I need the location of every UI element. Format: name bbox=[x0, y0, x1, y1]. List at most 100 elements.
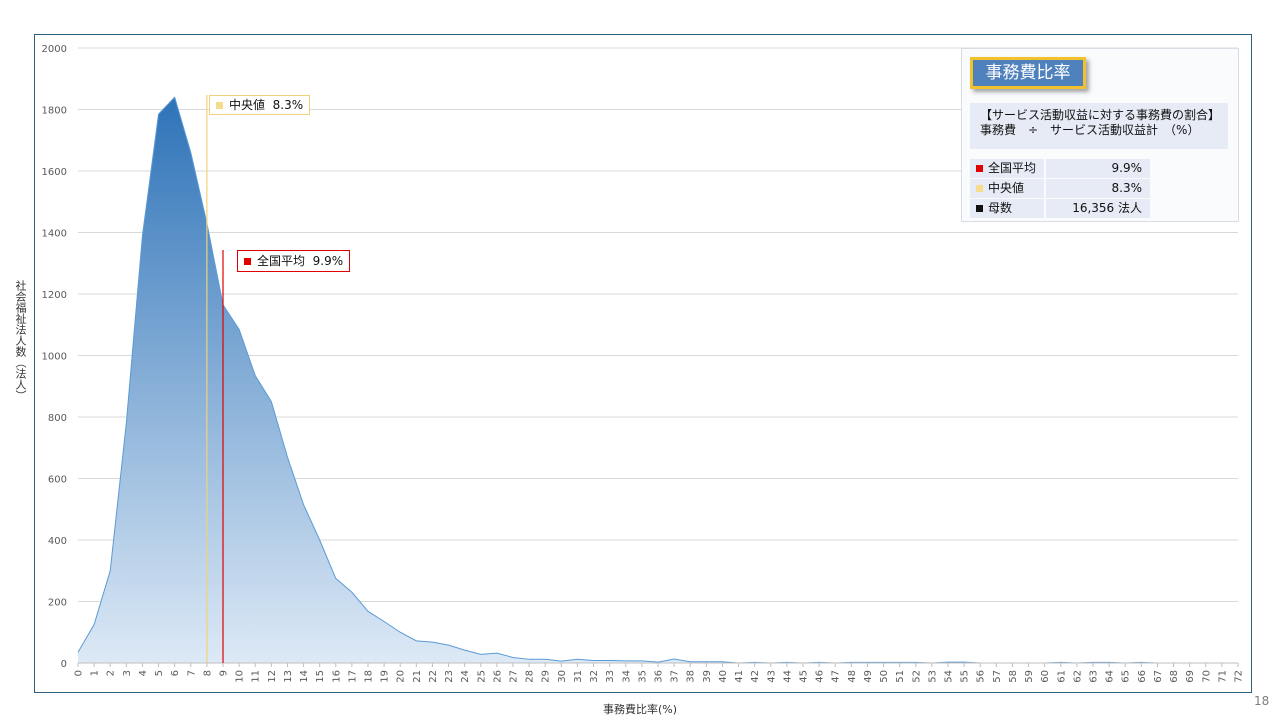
stat-value-median: 8.3% bbox=[1046, 179, 1150, 198]
median-callout-value: 8.3% bbox=[272, 98, 304, 112]
x-tick-label: 32 bbox=[589, 670, 600, 683]
x-tick-label: 3 bbox=[122, 670, 133, 676]
x-tick-label: 16 bbox=[331, 670, 342, 683]
x-tick-label: 46 bbox=[815, 670, 826, 683]
stat-row-median: 中央値 8.3% bbox=[970, 179, 1150, 198]
x-tick-label: 19 bbox=[380, 670, 391, 683]
x-tick-label: 56 bbox=[976, 670, 987, 683]
x-tick-label: 37 bbox=[670, 670, 681, 683]
x-tick-label: 39 bbox=[702, 670, 713, 683]
y-tick-label: 1000 bbox=[42, 352, 67, 363]
x-tick-label: 36 bbox=[654, 670, 665, 683]
y-tick-label: 800 bbox=[48, 413, 67, 424]
x-tick-label: 33 bbox=[605, 670, 616, 683]
x-tick-label: 47 bbox=[831, 670, 842, 683]
mean-callout: 全国平均 9.9% bbox=[237, 250, 351, 272]
formula-line-2: 事務費 ÷ サービス活動収益計 （%） bbox=[980, 123, 1200, 137]
x-tick-label: 30 bbox=[557, 670, 568, 683]
median-marker-swatch bbox=[216, 102, 223, 109]
x-tick-label: 27 bbox=[509, 670, 520, 683]
x-axis-title: 事務費比率(%) bbox=[602, 703, 678, 716]
x-tick-label: 54 bbox=[944, 670, 955, 683]
y-tick-label: 1800 bbox=[42, 106, 67, 117]
formula-box: 【サービス活動収益に対する事務費の割合】 事務費 ÷ サービス活動収益計 （%） bbox=[970, 103, 1228, 149]
y-tick-label: 200 bbox=[48, 598, 67, 609]
mean-callout-value: 9.9% bbox=[312, 254, 344, 268]
x-tick-label: 9 bbox=[219, 670, 230, 676]
x-tick-label: 42 bbox=[750, 670, 761, 683]
x-tick-label: 67 bbox=[1153, 670, 1164, 683]
count-swatch bbox=[976, 205, 983, 212]
x-tick-label: 49 bbox=[863, 670, 874, 683]
y-tick-label: 2000 bbox=[42, 44, 67, 55]
x-tick-label: 65 bbox=[1121, 670, 1132, 683]
x-tick-label: 14 bbox=[299, 670, 310, 683]
x-tick-label: 43 bbox=[766, 670, 777, 683]
x-tick-label: 8 bbox=[202, 670, 213, 676]
x-tick-label: 50 bbox=[879, 670, 890, 683]
x-tick-label: 7 bbox=[186, 670, 197, 676]
x-tick-label: 52 bbox=[911, 670, 922, 683]
mean-swatch bbox=[976, 165, 983, 172]
x-tick-label: 70 bbox=[1201, 670, 1212, 683]
y-axis-title: 社会福祉法人数（法人） bbox=[14, 279, 27, 401]
x-tick-label: 55 bbox=[960, 670, 971, 683]
y-tick-label: 600 bbox=[48, 475, 67, 486]
x-tick-label: 26 bbox=[492, 670, 503, 683]
x-tick-label: 61 bbox=[1056, 670, 1067, 683]
x-tick-label: 2 bbox=[106, 670, 117, 676]
median-swatch bbox=[976, 185, 983, 192]
x-tick-label: 18 bbox=[364, 670, 375, 683]
x-tick-label: 10 bbox=[235, 670, 246, 683]
mean-callout-label: 全国平均 bbox=[257, 254, 306, 268]
x-tick-label: 44 bbox=[782, 670, 793, 683]
info-panel: 事務費比率 【サービス活動収益に対する事務費の割合】 事務費 ÷ サービス活動収… bbox=[961, 48, 1239, 222]
stat-label-mean: 全国平均 bbox=[988, 161, 1037, 175]
stat-value-mean: 9.9% bbox=[1046, 159, 1150, 178]
x-tick-label: 23 bbox=[444, 670, 455, 683]
y-tick-label: 400 bbox=[48, 536, 67, 547]
x-tick-label: 31 bbox=[573, 670, 584, 683]
mean-marker-swatch bbox=[244, 258, 251, 265]
x-tick-label: 21 bbox=[412, 670, 423, 683]
x-tick-label: 66 bbox=[1137, 670, 1148, 683]
x-tick-label: 51 bbox=[895, 670, 906, 683]
x-tick-label: 68 bbox=[1169, 670, 1180, 683]
median-callout: 中央値 8.3% bbox=[209, 95, 311, 115]
x-tick-label: 63 bbox=[1089, 670, 1100, 683]
x-tick-label: 34 bbox=[621, 670, 632, 683]
stat-row-mean: 全国平均 9.9% bbox=[970, 159, 1150, 178]
x-tick-label: 69 bbox=[1185, 670, 1196, 683]
x-tick-label: 0 bbox=[74, 670, 85, 676]
page-number: 18 bbox=[1254, 694, 1270, 708]
x-tick-label: 11 bbox=[251, 670, 262, 683]
x-tick-label: 13 bbox=[283, 670, 294, 683]
stat-value-count: 16,356 法人 bbox=[1046, 199, 1150, 218]
x-tick-label: 22 bbox=[428, 670, 439, 683]
x-tick-label: 38 bbox=[686, 670, 697, 683]
x-tick-label: 53 bbox=[927, 670, 938, 683]
x-tick-label: 24 bbox=[460, 670, 471, 683]
x-tick-label: 58 bbox=[1008, 670, 1019, 683]
formula-line-1: 【サービス活動収益に対する事務費の割合】 bbox=[980, 108, 1221, 122]
panel-title: 事務費比率 bbox=[970, 57, 1086, 89]
x-tick-label: 29 bbox=[541, 670, 552, 683]
x-tick-label: 6 bbox=[170, 670, 181, 676]
stat-label-count: 母数 bbox=[988, 201, 1013, 215]
x-tick-label: 12 bbox=[267, 670, 278, 683]
x-tick-label: 41 bbox=[734, 670, 745, 683]
stat-row-count: 母数 16,356 法人 bbox=[970, 199, 1150, 218]
stat-label-median: 中央値 bbox=[988, 181, 1025, 195]
x-tick-label: 60 bbox=[1040, 670, 1051, 683]
y-tick-label: 1600 bbox=[42, 167, 67, 178]
x-tick-label: 64 bbox=[1105, 670, 1116, 683]
y-tick-label: 1200 bbox=[42, 290, 67, 301]
x-tick-label: 17 bbox=[347, 670, 358, 683]
x-tick-label: 45 bbox=[799, 670, 810, 683]
x-tick-label: 1 bbox=[90, 670, 101, 676]
x-tick-label: 40 bbox=[718, 670, 729, 683]
y-tick-label: 1400 bbox=[42, 229, 67, 240]
x-tick-label: 59 bbox=[1024, 670, 1035, 683]
x-tick-label: 28 bbox=[525, 670, 536, 683]
x-tick-label: 72 bbox=[1234, 670, 1245, 683]
